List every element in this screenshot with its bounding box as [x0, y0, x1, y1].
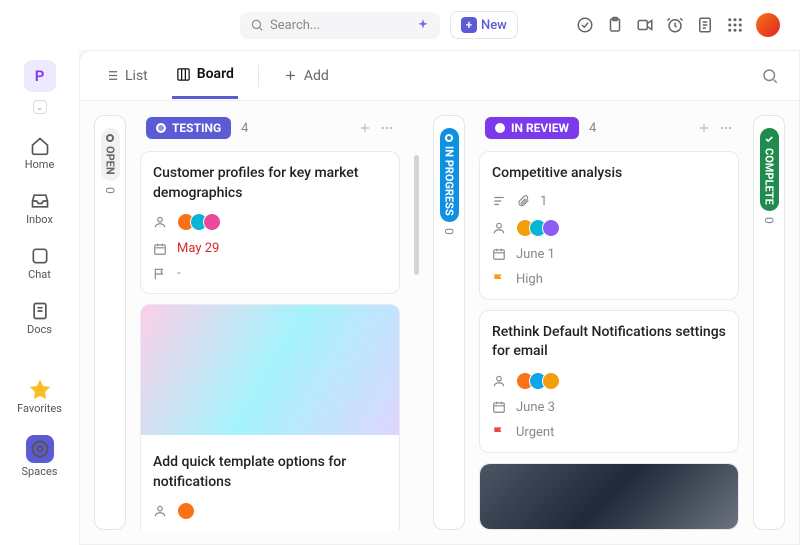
- assignees[interactable]: [516, 372, 560, 390]
- collapse-toggle[interactable]: ⌄: [33, 100, 47, 114]
- nav-chat[interactable]: Chat: [0, 238, 79, 289]
- scroll-indicator[interactable]: [414, 155, 419, 275]
- calendar-icon: [492, 400, 506, 414]
- status-testing[interactable]: TESTING: [146, 117, 231, 139]
- status-in-review[interactable]: IN REVIEW: [485, 117, 579, 139]
- content: List Board Add OPEN 0: [79, 50, 800, 545]
- task-icon[interactable]: [576, 16, 594, 34]
- column-in-review: IN REVIEW 4 Competitive analysis: [479, 115, 739, 530]
- alarm-icon[interactable]: [666, 16, 684, 34]
- column-open-collapsed[interactable]: OPEN 0: [94, 115, 126, 530]
- status-in-progress: IN PROGRESS: [440, 128, 459, 222]
- board-area: OPEN 0 TESTING 4: [80, 101, 799, 544]
- grid-icon[interactable]: [726, 16, 744, 34]
- star-icon: [30, 380, 50, 400]
- column-in-progress-collapsed[interactable]: IN PROGRESS 0: [433, 115, 465, 530]
- assignees[interactable]: [177, 213, 221, 231]
- column-header: TESTING 4: [140, 115, 400, 141]
- clipboard-icon[interactable]: [606, 16, 624, 34]
- add-card-icon[interactable]: [358, 121, 372, 135]
- assignee-icon: [153, 504, 167, 518]
- assignees[interactable]: [177, 502, 195, 520]
- topbar: Search... + New: [0, 0, 800, 50]
- workspace-badge[interactable]: P: [24, 60, 56, 92]
- column-header: IN REVIEW 4: [479, 115, 739, 141]
- task-card[interactable]: Add quick template options for notificat…: [140, 304, 400, 530]
- ai-sparkle-icon[interactable]: [416, 18, 430, 32]
- status-open: OPEN: [101, 128, 120, 181]
- assignee-icon: [492, 221, 506, 235]
- inbox-icon: [30, 191, 50, 211]
- nav-docs[interactable]: Docs: [0, 293, 79, 344]
- assignee-icon: [153, 215, 167, 229]
- card-cover-image: [480, 464, 738, 529]
- nav-favorites[interactable]: Favorites: [0, 372, 79, 423]
- calendar-icon: [153, 242, 167, 256]
- top-icons: [576, 13, 780, 37]
- user-avatar[interactable]: [756, 13, 780, 37]
- sidebar: P ⌄ Home Inbox Chat Docs Favorites Space…: [0, 50, 79, 545]
- status-complete: COMPLETE: [760, 128, 779, 211]
- docs-icon: [30, 301, 50, 321]
- nav-spaces[interactable]: Spaces: [0, 427, 79, 486]
- task-card[interactable]: Rethink Default Notifications settings f…: [479, 310, 739, 453]
- plus-icon: [283, 68, 298, 83]
- tab-board[interactable]: Board: [172, 52, 238, 99]
- chat-icon: [30, 246, 50, 266]
- board-search-icon[interactable]: [761, 67, 779, 85]
- spaces-icon: [26, 435, 54, 463]
- more-icon[interactable]: [380, 121, 394, 135]
- flag-icon: [153, 267, 167, 281]
- calendar-icon: [492, 247, 506, 261]
- assignees[interactable]: [516, 219, 560, 237]
- column-complete-collapsed[interactable]: COMPLETE 0: [753, 115, 785, 530]
- more-icon[interactable]: [719, 121, 733, 135]
- card-cover-image: [141, 305, 399, 435]
- tab-list[interactable]: List: [100, 54, 152, 98]
- add-card-icon[interactable]: [697, 121, 711, 135]
- flag-icon: [492, 272, 506, 286]
- attachment-icon: [516, 194, 530, 208]
- plus-icon: +: [461, 17, 477, 33]
- task-card[interactable]: Customer profiles for key market demogra…: [140, 151, 400, 294]
- new-button[interactable]: + New: [450, 11, 518, 39]
- task-card[interactable]: Competitive analysis 1 June 1: [479, 151, 739, 300]
- view-tabs: List Board Add: [80, 51, 799, 101]
- search-placeholder: Search...: [270, 18, 320, 33]
- video-icon[interactable]: [636, 16, 654, 34]
- search-icon: [250, 18, 264, 32]
- list-icon: [104, 68, 119, 83]
- nav-home[interactable]: Home: [0, 128, 79, 179]
- board-icon: [176, 67, 191, 82]
- task-card[interactable]: [479, 463, 739, 530]
- tab-add[interactable]: Add: [279, 54, 333, 98]
- assignee-icon: [492, 374, 506, 388]
- nav-inbox[interactable]: Inbox: [0, 183, 79, 234]
- search-input[interactable]: Search...: [240, 12, 440, 39]
- home-icon: [30, 136, 50, 156]
- description-icon: [492, 194, 506, 208]
- doc-icon[interactable]: [696, 16, 714, 34]
- column-testing: TESTING 4 Customer profiles for key mark…: [140, 115, 400, 530]
- flag-icon: [492, 425, 506, 439]
